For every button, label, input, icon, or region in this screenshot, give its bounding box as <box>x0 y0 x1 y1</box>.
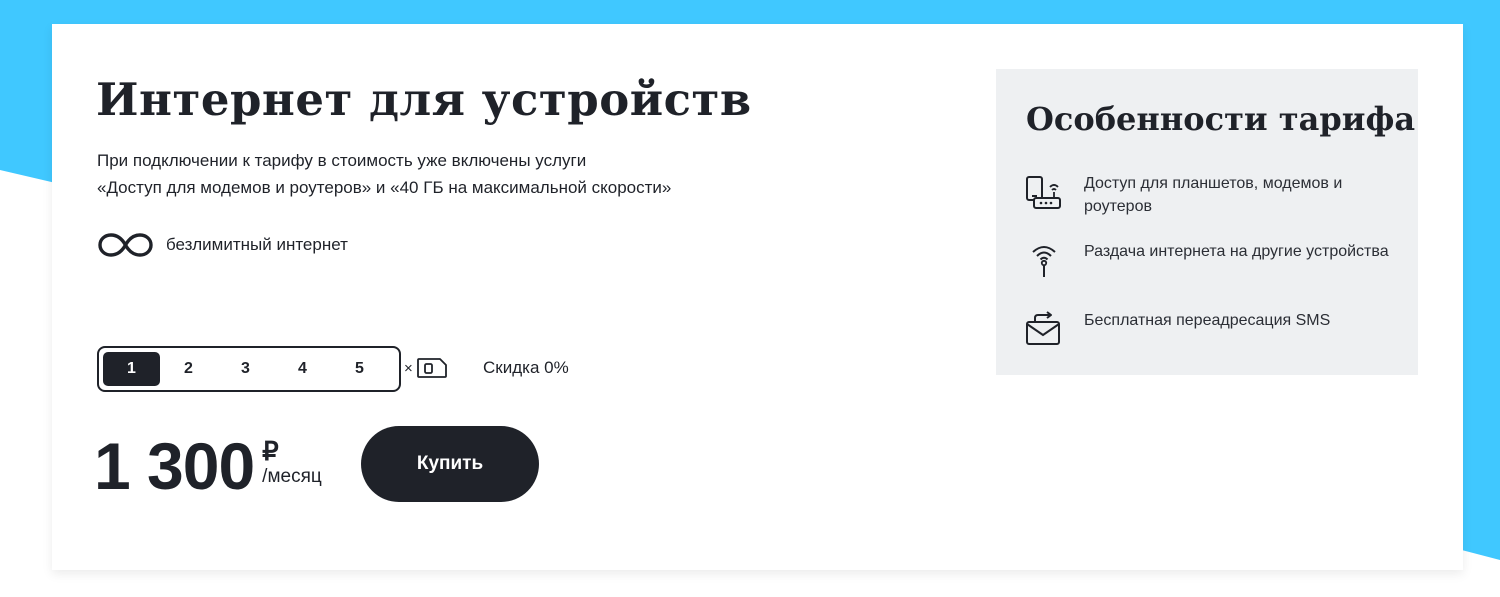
sim-count-selector: 1 2 3 4 5 <box>97 346 401 392</box>
unlimited-internet: безлимитный интернет <box>97 231 348 259</box>
sim-count-option-4[interactable]: 4 <box>274 352 331 386</box>
sim-card-icon <box>416 358 447 378</box>
price-currency: ₽ <box>262 436 279 466</box>
sim-count-option-3[interactable]: 3 <box>217 352 274 386</box>
infinity-icon <box>98 233 153 257</box>
wifi-hotspot-icon <box>1032 246 1056 277</box>
sms-forward-icon <box>1026 311 1060 345</box>
devices-router-icon <box>1026 176 1061 209</box>
sim-count-option-2[interactable]: 2 <box>160 352 217 386</box>
feature-text: Раздача интернета на другие устройства <box>1084 243 1389 260</box>
tariff-title: Интернет для устройств <box>96 73 752 126</box>
feature-text: Доступ для планшетов, модемов и роутеров <box>1084 175 1343 215</box>
unlimited-label: безлимитный интернет <box>166 235 348 254</box>
multiplier-sign: × <box>404 359 413 377</box>
feature-item: Доступ для планшетов, модемов и роутеров <box>1024 172 1404 218</box>
tariff-description: При подключении к тарифу в стоимость уже… <box>97 147 797 201</box>
sim-count-option-1[interactable]: 1 <box>103 352 160 386</box>
price-units: ₽ /месяц <box>262 438 322 490</box>
price-amount: 1 300 <box>94 429 255 503</box>
discount-label: Скидка 0% <box>483 358 569 377</box>
price-period: /месяц <box>262 466 322 487</box>
feature-item: Раздача интернета на другие устройства <box>1024 240 1404 280</box>
tariff-features-panel: Особенности тарифа Доступ для планшетов,… <box>996 69 1418 375</box>
sim-count-option-5[interactable]: 5 <box>331 352 388 386</box>
tariff-description-line: При подключении к тарифу в стоимость уже… <box>97 151 587 170</box>
tariff-card: Интернет для устройств При подключении к… <box>52 24 1463 570</box>
sim-multiplier: × <box>404 357 448 379</box>
tariff-description-line: «Доступ для модемов и роутеров» и «40 ГБ… <box>97 178 672 197</box>
feature-item: Бесплатная переадресация SMS <box>1024 309 1404 349</box>
feature-text: Бесплатная переадресация SMS <box>1084 312 1331 329</box>
buy-button[interactable]: Купить <box>361 426 539 502</box>
price: 1 300 ₽ /месяц <box>94 426 322 506</box>
features-title: Особенности тарифа <box>1026 100 1416 138</box>
